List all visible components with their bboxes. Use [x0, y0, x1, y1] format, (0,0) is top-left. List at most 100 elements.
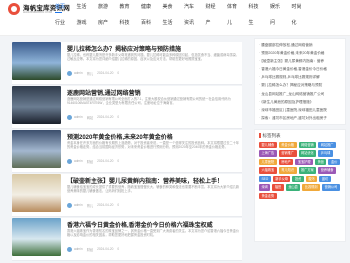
sidebar-post-link[interactable]: 深圳市福田区儿童医院,深圳福田儿童医院	[259, 106, 341, 114]
tag-link[interactable]: 上海广告	[259, 150, 277, 157]
post-item: 【破壶新主张】婴儿尿黄鲜内指南：营养美味，轻松上手！ 婴儿辅食给宝宝的成长提供了重…	[12, 174, 242, 217]
post-author[interactable]: admin	[74, 247, 83, 251]
sidebar-post-link[interactable]: 婴儿拉稀怎么办？揭秘应对策略与预防	[259, 81, 341, 89]
post-date: 2024-04-20	[97, 203, 114, 207]
post-views: 0	[117, 203, 120, 207]
tag-link[interactable]: 网络营销	[298, 141, 317, 149]
post-title[interactable]: 预测2020年黄金价格,未来20年黄金价格	[67, 132, 173, 141]
sidebar-post-link[interactable]: 预测2020年黄金价格,未来20年黄金价格	[259, 49, 341, 57]
tag-link[interactable]: 六福珠宝	[259, 167, 277, 174]
nav-item[interactable]: 健康	[141, 3, 163, 14]
active-nav-indicator	[55, 12, 62, 13]
post-thumbnail[interactable]	[12, 86, 61, 124]
sidebar-post-link[interactable]: 《新生儿黄疸的原因及护理措施》	[259, 98, 341, 106]
nav-item[interactable]: 游戏	[77, 19, 99, 30]
post-excerpt: 婴儿辅食给宝宝的成长提供了重要的营养，随着宝宝慢慢长大，辅食的种类和做法也需要不…	[67, 185, 240, 194]
post-meta: admin 育儿 2024-04-20 0	[67, 70, 123, 76]
nav-item[interactable]: 产	[206, 19, 228, 30]
nav-item[interactable]: 行业	[55, 19, 77, 30]
tag-link[interactable]: 黄金价格	[278, 141, 297, 149]
nav-item[interactable]: 化	[292, 19, 314, 30]
tag-link[interactable]: 营养辅食	[318, 167, 336, 174]
post-title[interactable]: 香港六福今日黄金价格,香港金价今日价格六福珠宝权威	[67, 220, 213, 229]
tag-link[interactable]: 营销公司	[322, 184, 340, 191]
tag-link[interactable]: 推广方案	[298, 167, 317, 174]
tag-link[interactable]: 房地产	[278, 158, 294, 166]
nav-item[interactable]: 生活	[77, 3, 99, 14]
nav-item[interactable]: 科技	[249, 3, 271, 14]
post-excerpt: 婴儿拉稀，也称婴儿腹泻是许多新手父母常遇到的问题。婴儿拉稀可能由多种原因引起，包…	[67, 53, 240, 62]
post-category[interactable]: 财经	[87, 247, 93, 252]
post-category[interactable]: 网站	[87, 115, 93, 120]
post-thumbnail[interactable]	[12, 218, 61, 256]
tag-link[interactable]: 深圳	[259, 184, 271, 191]
tag-link[interactable]: 儿童医院	[259, 158, 277, 166]
tag-link[interactable]: 育儿知识	[278, 167, 297, 174]
tag-link[interactable]: SEO	[259, 175, 271, 183]
post-thumbnail[interactable]	[12, 130, 61, 168]
post-excerpt: 香港六福珠宝作为香港知名的珠宝品牌之一，其黄金价格一直受到广大消费者的关注。本文…	[67, 229, 240, 238]
tags-panel: 标签列表 婴儿辅食 黄金价格 网络营销 网站推广上海广告 营销推广 网站优化 乒乓球儿童医院…	[254, 128, 346, 242]
nav-item[interactable]: 美食	[163, 3, 185, 14]
post-meta: admin 育儿 2024-04-20 0	[67, 202, 123, 208]
tag-link[interactable]: 投资	[292, 175, 304, 183]
tag-link[interactable]: 黄金走势	[259, 192, 277, 200]
nav-item[interactable]: 问	[270, 19, 292, 30]
post-title[interactable]: 【破壶新主张】婴儿尿黄鲜内指南：营养美味，轻松上手！	[67, 176, 223, 185]
sidebar-post-link[interactable]: 【破壶新主张】婴儿尿黄鲜内指南：营养	[259, 57, 341, 65]
post-title[interactable]: 婴儿拉稀怎么办？揭秘应对策略与预防措施	[67, 44, 181, 53]
post-author[interactable]: admin	[74, 115, 83, 119]
tag-link[interactable]: 婴儿辅食	[259, 141, 277, 149]
post-author[interactable]: admin	[74, 159, 83, 163]
nav-item[interactable]: 生	[249, 19, 271, 30]
tag-link[interactable]: 黄疸	[315, 158, 327, 166]
nav-item[interactable]: 汽车	[184, 3, 206, 14]
nav-item[interactable]: 房产	[98, 19, 120, 30]
nav-item[interactable]: 财经	[206, 3, 228, 14]
tag-link[interactable]: 金价	[328, 158, 340, 166]
tag-link[interactable]: 网站优化	[298, 150, 317, 157]
nav-item[interactable]: 体育	[227, 3, 249, 14]
post-author[interactable]: admin	[74, 203, 83, 207]
post-meta: admin 网站 2024-04-20 0	[67, 114, 123, 120]
sidebar-post-link[interactable]: 乒乓球比赛规则,乒乓球比赛规则详解	[259, 73, 341, 81]
tag-cloud: 婴儿辅食 黄金价格 网络营销 网站推广上海广告 营销推广 网站优化 乒乓球儿童医院 房地产 宝宝…	[259, 141, 341, 200]
post-title[interactable]: 逐鹿网站营销,通过网络营销	[67, 88, 141, 97]
tags-header: 标签列表	[259, 133, 341, 139]
post-views: 0	[117, 159, 120, 163]
nav-item[interactable]: 旅游	[98, 3, 120, 14]
nav-item[interactable]: 娱乐	[270, 3, 292, 14]
sidebar-post-link[interactable]: 香港六福今日黄金价格,香港金价今日价格	[259, 65, 341, 73]
nav-item[interactable]: 生活	[163, 19, 185, 30]
nav-item[interactable]: 教育	[120, 3, 142, 14]
sidebar-post-link[interactable]: 腰盘腿部拉伸放松,通过网络营销	[259, 41, 341, 49]
nav-item[interactable]: 儿	[227, 19, 249, 30]
sidebar-post-link[interactable]: 探索：潍坊市区房地产,潍坊对外出租房子	[259, 114, 341, 122]
tag-link[interactable]: 宝宝护理	[295, 158, 314, 166]
post-author[interactable]: admin	[74, 71, 83, 75]
nav-item[interactable]: 资讯	[184, 19, 206, 30]
site-header: 海帆宝库资讯网 HAIFANBAOKU.COM 首页 生活 旅游 教育 健康 美食 汽车 财经…	[0, 0, 350, 36]
tag-link[interactable]: 腹泻	[305, 175, 318, 183]
tag-link[interactable]: 营销推广	[278, 150, 297, 157]
nav-item[interactable]: 科技	[120, 19, 142, 30]
sidebar-post-link[interactable]: 龙山县网站推广_龙山网络营销推广公司	[259, 90, 341, 98]
nav-item[interactable]: 时尚	[292, 3, 314, 14]
post-category[interactable]: 育儿	[87, 203, 93, 208]
tag-link[interactable]: 网站推广	[318, 141, 336, 149]
post-thumbnail[interactable]	[12, 174, 61, 212]
tag-link[interactable]: 福田	[272, 184, 284, 191]
tag-link[interactable]: 新手父母	[272, 175, 291, 183]
post-item: 逐鹿网站营销,通过网络营销 逐鹿网站营销是通过网络营销有限公司全面打入的7.1，注…	[12, 86, 242, 129]
post-category[interactable]: 财经	[87, 159, 93, 164]
post-thumbnail[interactable]	[12, 42, 61, 80]
post-item: 预测2020年黄金价格,未来20年黄金价格 黄金本身在许多方面的价格有长期的上涨趋…	[12, 130, 242, 173]
site-logo-icon[interactable]	[8, 3, 20, 15]
tag-link[interactable]: 乒乓球	[318, 150, 333, 157]
nav-item[interactable]: 百科	[141, 19, 163, 30]
tag-link[interactable]: 比赛规则	[302, 184, 321, 191]
post-date: 2024-04-20	[97, 115, 114, 119]
tag-link[interactable]: 龙山县	[285, 184, 301, 191]
tag-link[interactable]: 潍坊	[319, 175, 331, 183]
post-category[interactable]: 育儿	[87, 71, 93, 76]
